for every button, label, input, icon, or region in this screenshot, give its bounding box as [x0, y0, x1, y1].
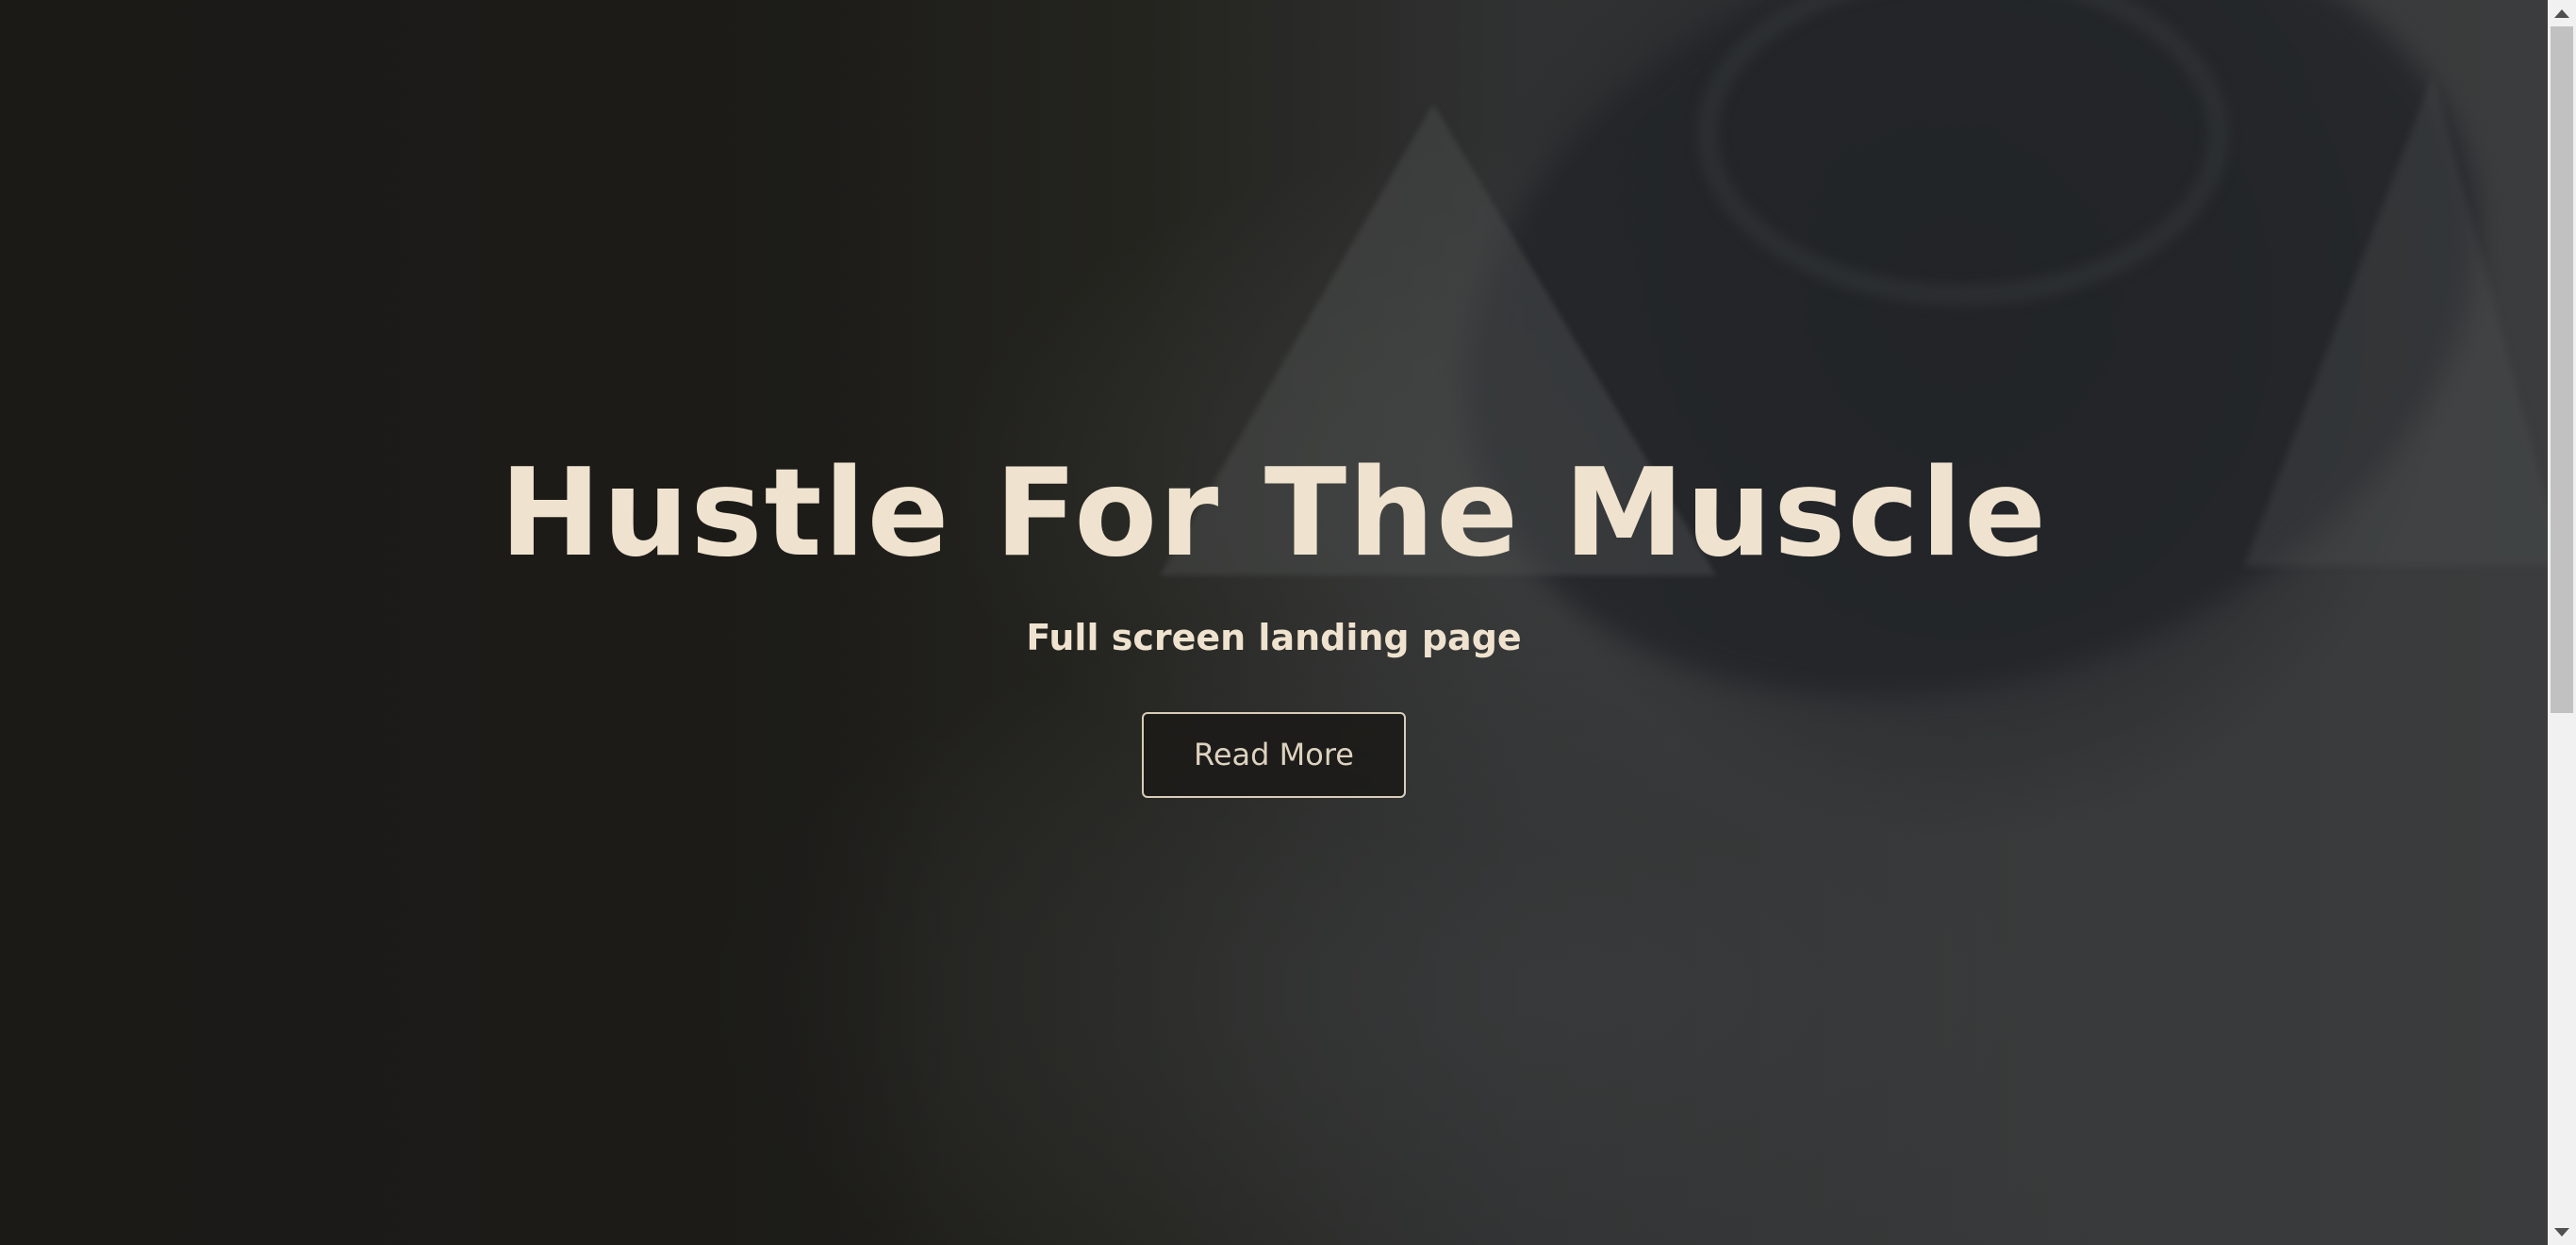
hero-title: Hustle For The Muscle	[500, 443, 2048, 584]
hero-section: Hustle For The Muscle Full screen landin…	[0, 0, 2548, 1245]
read-more-button[interactable]: Read More	[1142, 712, 1406, 798]
vertical-scrollbar[interactable]	[2548, 0, 2576, 1245]
scrollbar-thumb[interactable]	[2551, 26, 2573, 713]
scroll-down-button[interactable]	[2548, 1219, 2576, 1245]
triangle-down-icon	[2554, 1227, 2569, 1237]
scroll-up-button[interactable]	[2548, 0, 2576, 26]
hero-subtitle: Full screen landing page	[1026, 617, 1522, 658]
triangle-up-icon	[2554, 8, 2569, 18]
hero-content: Hustle For The Muscle Full screen landin…	[0, 0, 2548, 1245]
